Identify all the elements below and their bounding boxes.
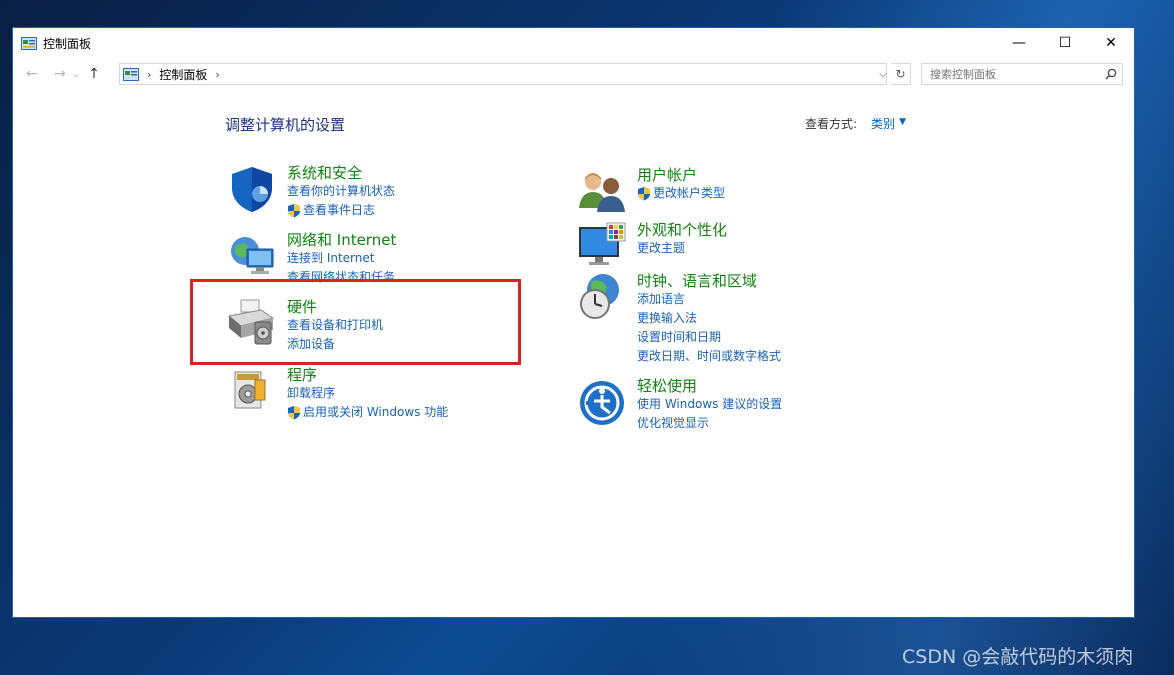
category-text: 外观和个性化 更改主题 bbox=[637, 221, 727, 258]
link-text: 更换输入法 bbox=[637, 311, 698, 325]
link-text: 优化视觉显示 bbox=[637, 416, 710, 430]
control-panel-icon bbox=[21, 36, 37, 50]
refresh-icon: ↻ bbox=[895, 67, 906, 81]
link-change-formats[interactable]: 更改日期、时间或数字格式 bbox=[637, 347, 781, 366]
breadcrumb-item-control-panel[interactable]: 控制面板 bbox=[159, 66, 207, 83]
category-title-network-internet[interactable]: 网络和 Internet bbox=[287, 231, 396, 249]
link-change-input-method[interactable]: 更换输入法 bbox=[637, 309, 781, 328]
link-set-time-date[interactable]: 设置时间和日期 bbox=[637, 328, 781, 347]
highlight-annotation-box bbox=[190, 279, 521, 365]
minimize-icon: — bbox=[1012, 35, 1026, 51]
link-text: 启用或关闭 Windows 功能 bbox=[303, 405, 449, 419]
arrow-right-icon: → bbox=[54, 66, 66, 82]
link-optimize-visual-display[interactable]: 优化视觉显示 bbox=[637, 414, 782, 433]
link-text: 查看你的计算机状态 bbox=[287, 184, 396, 198]
address-dropdown-button[interactable]: ⌵ bbox=[875, 63, 891, 85]
category-title-clock-region[interactable]: 时钟、语言和区域 bbox=[637, 272, 781, 290]
address-bar[interactable]: › 控制面板 › bbox=[119, 63, 887, 85]
monitor-icon bbox=[579, 222, 626, 265]
close-icon: ✕ bbox=[1105, 35, 1117, 51]
caret-down-icon[interactable]: ▼ bbox=[899, 117, 906, 132]
category-title-appearance[interactable]: 外观和个性化 bbox=[637, 221, 727, 239]
uac-shield-icon bbox=[638, 187, 650, 201]
link-check-computer-status[interactable]: 查看你的计算机状态 bbox=[287, 182, 395, 201]
link-recommended-settings[interactable]: 使用 Windows 建议的设置 bbox=[637, 395, 782, 414]
category-text: 轻松使用 使用 Windows 建议的设置 优化视觉显示 bbox=[637, 377, 782, 433]
link-change-theme[interactable]: 更改主题 bbox=[637, 239, 727, 258]
network-icon bbox=[231, 237, 274, 274]
link-text: 更改帐户类型 bbox=[653, 186, 726, 200]
chevron-down-icon: ⌄ bbox=[71, 68, 81, 80]
link-add-language[interactable]: 添加语言 bbox=[637, 290, 781, 309]
watermark-text: CSDN @会敲代码的木须肉 bbox=[902, 646, 1134, 668]
back-button[interactable]: ← bbox=[22, 63, 42, 85]
link-change-account-type[interactable]: 更改帐户类型 bbox=[637, 184, 725, 203]
category-text: 时钟、语言和区域 添加语言 更换输入法 设置时间和日期 更改日期、时间或数字格式 bbox=[637, 272, 781, 366]
recent-locations-button[interactable]: ⌄ bbox=[70, 63, 82, 85]
up-button[interactable]: ↑ bbox=[84, 63, 104, 85]
search-input[interactable] bbox=[922, 64, 1100, 84]
breadcrumb-separator-icon[interactable]: › bbox=[215, 68, 219, 81]
clock-globe-icon bbox=[580, 274, 619, 319]
breadcrumb-separator-icon: › bbox=[147, 67, 152, 81]
window-title: 控制面板 bbox=[43, 36, 92, 51]
arrow-up-icon: ↑ bbox=[88, 66, 100, 82]
link-view-event-logs[interactable]: 查看事件日志 bbox=[287, 201, 395, 220]
link-text: 更改日期、时间或数字格式 bbox=[637, 349, 782, 363]
category-title-user-accounts[interactable]: 用户帐户 bbox=[637, 166, 725, 184]
category-title-system-security[interactable]: 系统和安全 bbox=[287, 164, 395, 182]
control-panel-window: 控制面板 — ☐ ✕ ← → ⌄ ↑ › 控制面板 › ⌵ ↻ 搜索控制面板 调… bbox=[12, 27, 1135, 618]
view-by-label: 查看方式: bbox=[805, 117, 858, 131]
forward-button[interactable]: → bbox=[50, 63, 70, 85]
view-by: 查看方式: 类别 ▼ bbox=[805, 115, 906, 132]
link-text: 查看事件日志 bbox=[303, 203, 376, 217]
main-content: 调整计算机的设置 查看方式: 类别 ▼ 系统和安全 查看你的计算机状态 查看事件… bbox=[13, 90, 1136, 619]
maximize-icon: ☐ bbox=[1058, 35, 1072, 51]
programs-icon bbox=[234, 371, 266, 409]
window-controls: — ☐ ✕ bbox=[996, 28, 1134, 58]
link-text: 使用 Windows 建议的设置 bbox=[637, 397, 783, 411]
link-connect-internet[interactable]: 连接到 Internet bbox=[287, 249, 396, 268]
category-text: 程序 卸载程序 启用或关闭 Windows 功能 bbox=[287, 366, 448, 422]
link-text: 更改主题 bbox=[637, 241, 686, 255]
category-text: 系统和安全 查看你的计算机状态 查看事件日志 bbox=[287, 164, 395, 220]
category-title-ease-of-access[interactable]: 轻松使用 bbox=[637, 377, 782, 395]
link-uninstall-program[interactable]: 卸载程序 bbox=[287, 384, 448, 403]
search-icon[interactable] bbox=[1100, 68, 1122, 80]
maximize-button[interactable]: ☐ bbox=[1042, 28, 1088, 58]
category-text: 用户帐户 更改帐户类型 bbox=[637, 166, 725, 203]
close-button[interactable]: ✕ bbox=[1088, 28, 1134, 58]
address-row: ← → ⌄ ↑ › 控制面板 › ⌵ ↻ bbox=[13, 58, 1134, 90]
minimize-button[interactable]: — bbox=[996, 28, 1042, 58]
link-text: 设置时间和日期 bbox=[637, 330, 722, 344]
title-bar[interactable]: 控制面板 — ☐ ✕ bbox=[13, 28, 1134, 58]
ease-of-access-icon bbox=[580, 381, 624, 425]
control-panel-icon bbox=[123, 67, 139, 81]
search-box[interactable] bbox=[921, 63, 1123, 85]
arrow-left-icon: ← bbox=[26, 66, 38, 82]
users-icon bbox=[579, 173, 625, 212]
category-title-programs[interactable]: 程序 bbox=[287, 366, 448, 384]
link-text: 连接到 Internet bbox=[287, 251, 375, 265]
uac-shield-icon bbox=[288, 204, 300, 218]
view-by-dropdown[interactable]: 类别 bbox=[871, 115, 895, 132]
link-text: 添加语言 bbox=[637, 292, 686, 306]
uac-shield-icon bbox=[288, 406, 300, 420]
link-text: 卸载程序 bbox=[287, 386, 336, 400]
link-windows-features[interactable]: 启用或关闭 Windows 功能 bbox=[287, 403, 448, 422]
chevron-down-icon: ⌵ bbox=[879, 68, 887, 80]
shield-icon bbox=[232, 167, 272, 212]
page-title: 调整计算机的设置 bbox=[225, 116, 346, 134]
refresh-button[interactable]: ↻ bbox=[891, 63, 911, 85]
